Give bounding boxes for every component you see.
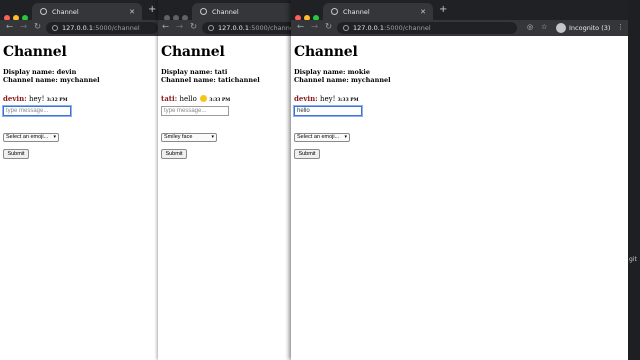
display-name-text: Display name: mokie	[294, 68, 370, 76]
channel-name-text: Channel name: tatichannel	[161, 76, 260, 84]
message-text: hey!	[28, 95, 45, 103]
channel-name-text: Channel name: mychannel	[3, 76, 100, 84]
browser-tab[interactable]: Channel ✕	[323, 3, 433, 20]
smiley-face-icon	[200, 95, 208, 102]
emoji-select[interactable]: Select an emoji... ▾	[3, 133, 59, 142]
message-text: hey!	[319, 95, 336, 103]
tab-bar: Channel ✕ +	[0, 0, 158, 21]
address-bar[interactable]: 127.0.0.1:5000/channel	[202, 22, 291, 34]
globe-icon	[331, 8, 338, 15]
reload-icon[interactable]: ↻	[190, 22, 197, 32]
display-name-text: Display name: tati	[161, 68, 228, 76]
browser-toolbar: ← → ↻ 127.0.0.1:5000/channel	[158, 20, 291, 36]
eye-off-icon[interactable]: ◎	[527, 23, 533, 31]
globe-icon	[40, 8, 47, 15]
more-menu-icon[interactable]: ⋮	[617, 23, 624, 31]
address-bar[interactable]: 127.0.0.1:5000/channel	[46, 22, 158, 34]
incognito-icon	[556, 23, 566, 33]
browser-tab[interactable]: Channel	[192, 3, 291, 20]
browser-toolbar: ← → ↻ 127.0.0.1:5000/channel ◎ ☆ Incogni…	[291, 20, 628, 36]
incognito-label: Incognito (3)	[569, 24, 611, 32]
url-host: 127.0.0.1	[218, 24, 250, 32]
submit-button[interactable]: Submit	[161, 149, 187, 159]
tab-bar: Channel	[158, 0, 291, 21]
page-title: Channel	[161, 44, 225, 60]
url-path: :5000/channel	[384, 24, 431, 32]
submit-button[interactable]: Submit	[3, 149, 29, 159]
desktop-background: git	[628, 0, 640, 360]
chevron-down-icon: ▾	[344, 134, 347, 140]
url-path: :5000/channel	[249, 24, 291, 32]
globe-icon	[200, 8, 207, 15]
forward-icon[interactable]: →	[20, 22, 27, 32]
new-tab-icon[interactable]: +	[148, 4, 156, 15]
message-item: devin: hey! 3:32 PM	[3, 95, 158, 105]
star-icon[interactable]: ☆	[541, 23, 547, 31]
close-tab-icon[interactable]: ✕	[129, 8, 135, 16]
message-time: 3:33 PM	[209, 98, 231, 103]
new-tab-icon[interactable]: +	[439, 4, 447, 15]
emoji-select[interactable]: Smiley face ▾	[161, 133, 217, 142]
message-user: devin:	[3, 94, 27, 103]
reload-icon[interactable]: ↻	[325, 22, 332, 32]
tab-title: Channel	[343, 7, 370, 16]
forward-icon[interactable]: →	[311, 22, 318, 32]
browser-window-devin: Channel ✕ + ← → ↻ 127.0.0.1:5000/channel…	[0, 0, 158, 360]
emoji-select[interactable]: Select an emoji... ▾	[294, 133, 350, 142]
browser-window-mokie: Channel ✕ + ← → ↻ 127.0.0.1:5000/channel…	[291, 0, 628, 360]
url-host: 127.0.0.1	[62, 24, 94, 32]
emoji-select-value: Select an emoji...	[297, 134, 340, 140]
message-time: 3:33 PM	[337, 98, 359, 103]
browser-window-tati: Channel ← → ↻ 127.0.0.1:5000/channel Cha…	[158, 0, 291, 360]
site-info-icon[interactable]	[208, 25, 214, 31]
close-tab-icon[interactable]: ✕	[420, 8, 426, 16]
message-input-placeholder: type message...	[164, 108, 207, 114]
message-input-placeholder: type message...	[6, 108, 49, 114]
incognito-profile[interactable]: Incognito (3)	[556, 22, 610, 34]
url-host: 127.0.0.1	[353, 24, 385, 32]
message-user: tati:	[161, 94, 178, 103]
page-content: Channel Display name: mokie Channel name…	[291, 36, 628, 360]
chevron-down-icon: ▾	[53, 134, 56, 140]
emoji-select-value: Smiley face	[164, 134, 193, 140]
page-title: Channel	[3, 44, 67, 60]
message-time: 3:32 PM	[46, 98, 68, 103]
desktop-side-label: git	[629, 256, 637, 263]
tab-bar: Channel ✕ +	[291, 0, 628, 21]
page-content: Channel Display name: tati Channel name:…	[158, 36, 291, 360]
url-path: :5000/channel	[93, 24, 140, 32]
message-item: tati: hello 3:33 PM	[161, 95, 291, 105]
message-text: hello	[179, 95, 197, 103]
back-icon[interactable]: ←	[297, 22, 304, 32]
tab-title: Channel	[52, 7, 79, 16]
channel-name-text: Channel name: mychannel	[294, 76, 391, 84]
display-name-text: Display name: devin	[3, 68, 77, 76]
message-input[interactable]: type message...	[3, 106, 71, 116]
back-icon[interactable]: ←	[162, 22, 169, 32]
message-user: devin:	[294, 94, 318, 103]
page-content: Channel Display name: devin Channel name…	[0, 36, 158, 360]
message-input[interactable]: type message...	[161, 106, 229, 116]
reload-icon[interactable]: ↻	[34, 22, 41, 32]
tab-title: Channel	[212, 7, 239, 16]
site-info-icon[interactable]	[343, 25, 349, 31]
message-input-value: hello	[297, 108, 310, 114]
forward-icon[interactable]: →	[176, 22, 183, 32]
address-bar[interactable]: 127.0.0.1:5000/channel	[337, 22, 517, 34]
submit-button[interactable]: Submit	[294, 149, 320, 159]
message-input[interactable]: hello	[294, 106, 362, 116]
chevron-down-icon: ▾	[211, 134, 214, 140]
site-info-icon[interactable]	[52, 25, 58, 31]
browser-tab[interactable]: Channel ✕	[32, 3, 142, 20]
emoji-select-value: Select an emoji...	[6, 134, 49, 140]
message-item: devin: hey! 3:33 PM	[294, 95, 628, 105]
browser-toolbar: ← → ↻ 127.0.0.1:5000/channel	[0, 20, 158, 36]
page-title: Channel	[294, 44, 358, 60]
back-icon[interactable]: ←	[6, 22, 13, 32]
